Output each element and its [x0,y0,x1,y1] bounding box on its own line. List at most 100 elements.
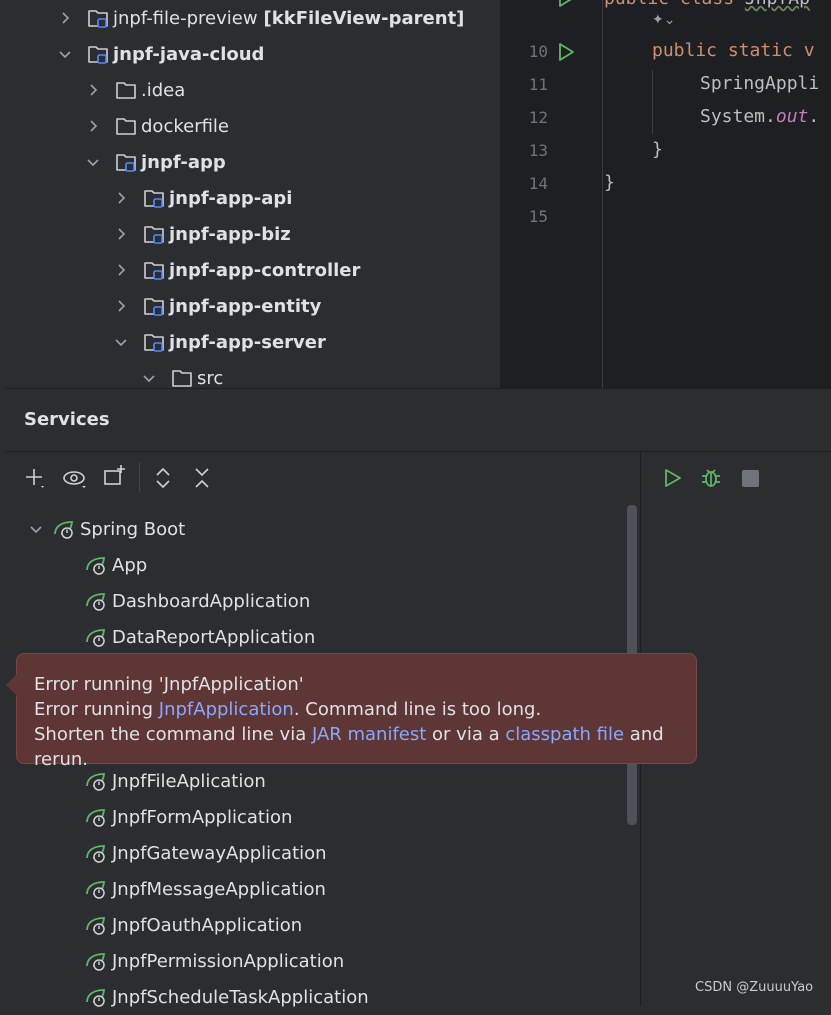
chevron-right-icon[interactable] [111,227,131,241]
spring-boot-icon [84,590,108,612]
run-icon[interactable] [658,464,686,492]
spring-boot-icon [84,878,108,900]
view-options-icon[interactable] [61,464,89,492]
service-label: DashboardApplication [112,590,311,612]
service-label: JnpfPermissionApplication [112,950,345,972]
keyword: public static v [652,40,815,61]
tree-item-label: jnpf-app-server [169,331,326,353]
collapse-all-icon[interactable] [188,464,216,492]
tree-item[interactable]: jnpf-file-preview [kkFileView-parent] [55,0,464,36]
add-service-icon[interactable] [21,464,49,492]
divider [5,451,831,452]
tree-item[interactable]: jnpf-app [83,144,226,180]
chevron-right-icon[interactable] [83,119,103,133]
tree-item-label: jnpf-app-controller [169,259,361,281]
tree-item[interactable]: .idea [83,72,185,108]
service-item[interactable]: JnpfMessageApplication [84,871,326,907]
service-label: DataReportApplication [112,626,316,648]
error-popup: Error running 'JnpfApplication' Error ru… [6,653,697,770]
spring-boot-icon [84,950,108,972]
spring-boot-icon [84,806,108,828]
jnpfapplication-link[interactable]: JnpfApplication [159,699,294,720]
code-text: } [652,139,663,160]
text: Shorten the command line via [34,724,312,745]
stop-icon[interactable] [736,464,764,492]
service-label: JnpfFileAplication [112,770,266,792]
service-item[interactable]: DashboardApplication [84,583,310,619]
tree-item-label: jnpf-app-biz [169,223,291,245]
module-folder-icon [143,187,165,209]
tree-item-label: jnpf-file-preview [113,7,258,29]
chevron-right-icon[interactable] [111,299,131,313]
service-label: JnpfMessageApplication [112,878,326,900]
chevron-down-icon[interactable] [139,371,159,385]
folder-icon [115,115,137,137]
folder-icon [171,367,193,388]
tree-item[interactable]: jnpf-app-api [111,180,292,216]
tree-item-label: jnpf-app-entity [169,295,322,317]
service-item[interactable]: JnpfFormApplication [84,799,292,835]
spring-boot-icon [84,770,108,792]
chevron-right-icon[interactable] [111,191,131,205]
tree-item[interactable]: jnpf-app-entity [111,288,321,324]
service-item[interactable]: App [84,547,147,583]
tree-item-label: jnpf-java-cloud [113,43,265,65]
run-gutter-icon[interactable] [556,42,576,66]
error-title: Error running 'JnpfApplication' [34,674,304,695]
service-label: JnpfGatewayApplication [112,842,327,864]
services-title: Services [24,409,110,430]
ai-hint-icon[interactable]: ✦⌄ [652,12,675,28]
line-number: 12 [528,108,548,127]
chevron-right-icon[interactable] [83,83,103,97]
service-item[interactable]: JnpfScheduleTaskApplication [84,979,369,1015]
indent-guide [652,70,653,134]
tree-item[interactable]: jnpf-java-cloud [55,36,264,72]
service-label: JnpfOauthApplication [112,914,303,936]
code-text: } [604,172,615,193]
code-text: System. [700,106,776,127]
line-number: 13 [528,141,548,160]
debug-icon[interactable] [697,464,725,492]
module-folder-icon [87,43,109,65]
project-tree: jnpf-file-preview [kkFileView-parent] jnpf… [0,0,500,388]
service-item[interactable]: JnpfPermissionApplication [84,943,344,979]
run-gutter-icon[interactable] [556,0,576,12]
text: Error running [34,699,159,720]
error-line-2: Error running JnpfApplication. Command l… [34,697,696,722]
code-editor[interactable]: 10 11 12 13 14 15 public class JnpfAp ✦⌄ publ… [500,0,831,388]
spring-boot-group[interactable]: Spring Boot [26,511,185,547]
service-label: App [112,554,148,576]
chevron-right-icon[interactable] [111,263,131,277]
tree-item[interactable]: dockerfile [83,108,229,144]
spring-boot-icon [84,554,108,576]
chevron-right-icon[interactable] [55,11,75,25]
chevron-down-icon[interactable] [26,522,46,536]
line-number: 15 [528,207,548,226]
keyword: public class [604,0,745,9]
service-item[interactable]: DataReportApplication [84,619,315,655]
classpath-file-link[interactable]: classpath file [505,724,624,745]
module-folder-icon [143,259,165,281]
chevron-down-icon[interactable] [111,335,131,349]
jar-manifest-link[interactable]: JAR manifest [312,724,426,745]
module-folder-icon [87,7,109,29]
service-item[interactable]: JnpfGatewayApplication [84,835,327,871]
tree-item[interactable]: src [139,360,223,388]
code-text: . [808,106,820,127]
code-line: System.out. [700,106,819,127]
module-folder-icon [115,151,137,173]
service-item[interactable]: JnpfOauthApplication [84,907,302,943]
service-label: Spring Boot [80,518,186,540]
error-line-3: Shorten the command line via JAR manifes… [34,722,696,772]
tree-item-label: jnpf-app [141,151,226,173]
tree-item[interactable]: jnpf-app-server [111,324,326,360]
spring-boot-icon [84,842,108,864]
folder-icon [115,79,137,101]
tree-item[interactable]: jnpf-app-controller [111,252,360,288]
chevron-down-icon[interactable] [55,47,75,61]
chevron-down-icon[interactable] [83,155,103,169]
new-group-icon[interactable] [101,462,129,490]
tree-item[interactable]: jnpf-app-biz [111,216,291,252]
expand-all-icon[interactable] [149,464,177,492]
text: or via a [426,724,506,745]
